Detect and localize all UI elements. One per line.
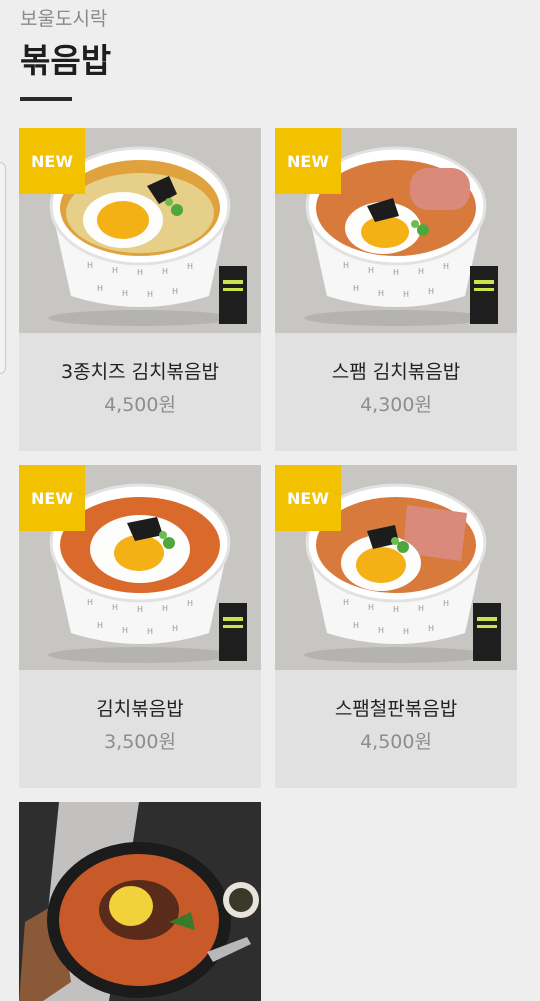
product-card[interactable]: HHHHHH HHHHH HHHH NEW 김치볶음밥 (19, 465, 261, 788)
svg-text:H: H (353, 621, 359, 630)
page: 보울도시락 볶음밥 HHHHHH HHHHH HHHH (0, 0, 540, 1001)
svg-text:H: H (378, 289, 384, 298)
new-badge: NEW (275, 465, 341, 531)
svg-text:H: H (418, 267, 424, 276)
svg-text:H: H (122, 289, 128, 298)
product-price: 4,300원 (360, 394, 432, 416)
svg-text:H: H (172, 287, 178, 296)
new-badge: NEW (19, 465, 85, 531)
svg-text:H: H (162, 604, 168, 613)
product-card[interactable]: HHHHHH HHHHH HHHH NEW (275, 465, 517, 788)
product-name: 스팸철판볶음밥 (334, 698, 458, 720)
svg-text:H: H (112, 266, 118, 275)
svg-text:H: H (403, 627, 409, 636)
product-card[interactable]: HHHHHH HHHHH HHHH NEW (275, 128, 517, 451)
svg-text:H: H (112, 603, 118, 612)
svg-text:H: H (403, 290, 409, 299)
product-price: 4,500원 (360, 731, 432, 753)
svg-text:H: H (343, 598, 349, 607)
product-price: 4,500원 (104, 394, 176, 416)
new-badge: NEW (19, 128, 85, 194)
product-info: 김치볶음밥 3,500원 (19, 670, 261, 788)
product-name: 3종치즈 김치볶음밥 (61, 361, 219, 383)
svg-text:H: H (147, 290, 153, 299)
product-image (19, 802, 261, 1001)
svg-text:H: H (378, 626, 384, 635)
product-grid: HHHHHH HHHHH HHHH NEW (19, 128, 517, 1001)
product-info: 스팸철판볶음밥 4,500원 (275, 670, 517, 788)
svg-text:H: H (162, 267, 168, 276)
product-name: 스팸 김치볶음밥 (331, 361, 461, 383)
page-title: 볶음밥 (20, 41, 112, 80)
svg-text:H: H (97, 621, 103, 630)
svg-text:H: H (428, 624, 434, 633)
svg-text:H: H (428, 287, 434, 296)
category-label: 보울도시락 (20, 8, 108, 30)
svg-text:H: H (97, 284, 103, 293)
product-price: 3,500원 (104, 731, 176, 753)
svg-text:H: H (187, 599, 193, 608)
product-card[interactable]: HHHHHH HHHHH HHHH NEW (19, 128, 261, 451)
svg-text:H: H (147, 627, 153, 636)
svg-text:H: H (343, 261, 349, 270)
svg-text:H: H (122, 626, 128, 635)
svg-text:H: H (443, 599, 449, 608)
svg-text:H: H (443, 262, 449, 271)
product-info: 3종치즈 김치볶음밥 4,500원 (19, 333, 261, 451)
svg-text:H: H (368, 266, 374, 275)
product-info: 스팸 김치볶음밥 4,300원 (275, 333, 517, 451)
product-name: 김치볶음밥 (96, 698, 184, 720)
svg-text:H: H (87, 261, 93, 270)
svg-text:H: H (87, 598, 93, 607)
svg-text:H: H (137, 268, 143, 277)
svg-text:H: H (368, 603, 374, 612)
svg-text:H: H (137, 605, 143, 614)
svg-text:H: H (187, 262, 193, 271)
svg-text:H: H (353, 284, 359, 293)
title-underline (20, 97, 72, 101)
product-card[interactable] (19, 802, 261, 1001)
svg-text:H: H (172, 624, 178, 633)
side-drawer-handle[interactable] (0, 162, 6, 374)
svg-text:H: H (393, 605, 399, 614)
svg-text:H: H (393, 268, 399, 277)
svg-text:H: H (418, 604, 424, 613)
new-badge: NEW (275, 128, 341, 194)
